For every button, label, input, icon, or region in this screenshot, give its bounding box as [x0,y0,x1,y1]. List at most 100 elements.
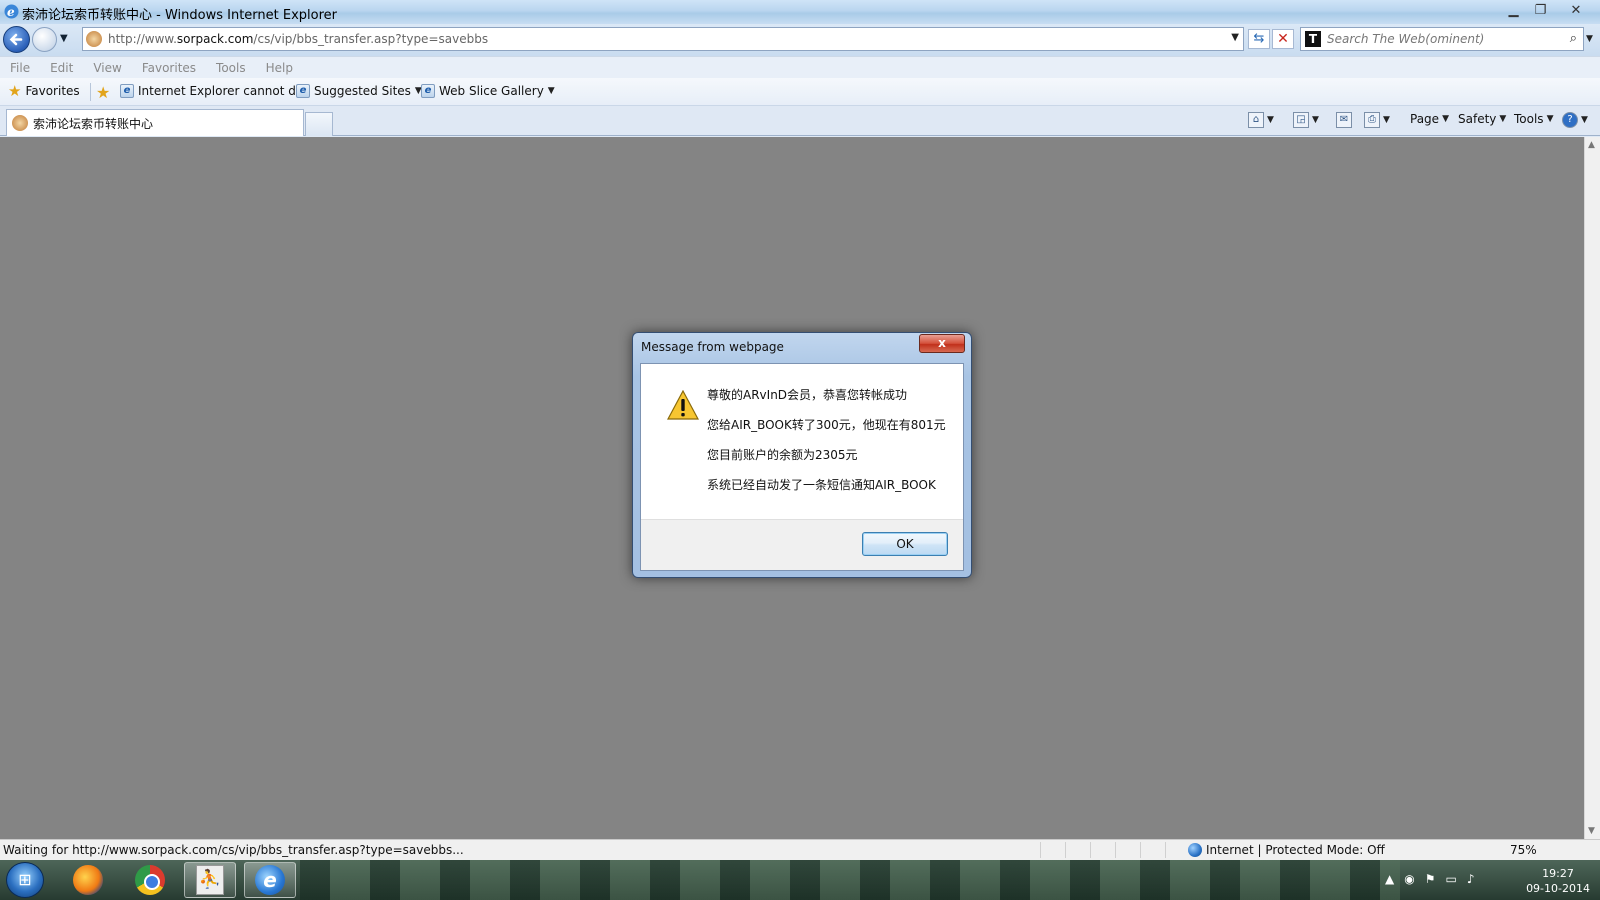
feeds-button[interactable]: ◲ ▼ [1293,112,1319,128]
search-icon[interactable]: ⌕ [1570,31,1577,46]
ok-button[interactable]: OK [862,532,948,556]
site-favicon [12,115,28,131]
ie-page-icon: e [421,84,435,98]
internet-explorer-icon: e [255,865,285,895]
new-tab-button[interactable] [305,112,333,136]
page-menu-button[interactable]: Page ▼ [1410,112,1449,126]
show-hidden-icons-icon[interactable]: ▲ [1385,872,1394,886]
taskbar-counter-strike[interactable]: ⛹ [184,862,236,898]
window-title: 索沛论坛索币转账中心 - Windows Internet Explorer [22,8,337,23]
print-button[interactable]: ⎙ ▼ [1364,112,1390,128]
add-to-favorites-bar-icon[interactable]: ★ [96,83,114,102]
tools-menu-button[interactable]: Tools ▼ [1514,112,1553,126]
ie-page-icon: e [296,84,310,98]
tab-row: 索沛论坛索币转账中心 ⌂ ▼ ◲ ▼ ✉ ⎙ ▼ Page ▼ Safety ▼ Tool… [0,106,1600,136]
address-url[interactable]: http://www.sorpack.com/cs/vip/bbs_transf… [108,32,488,46]
home-icon: ⌂ [1248,112,1264,128]
search-box[interactable]: T Search The Web(ominent) ⌕ [1300,27,1584,51]
recent-pages-dropdown[interactable]: ▼ [60,33,68,44]
status-bar: Waiting for http://www.sorpack.com/cs/vi… [0,839,1600,860]
home-button[interactable]: ⌂ ▼ [1248,112,1274,128]
search-placeholder: Search The Web(ominent) [1327,32,1485,46]
star-icon: ★ [8,82,22,100]
zoom-level[interactable]: 75% [1510,843,1537,857]
menu-bar: File Edit View Favorites Tools Help [0,56,1600,78]
dialog-body: 尊敬的ARvInD会员，恭喜您转帐成功 您给AIR_BOOK转了300元，他现在… [640,363,964,571]
chevron-down-icon: ▼ [547,86,555,96]
printer-icon: ⎙ [1364,112,1380,128]
svg-text:e: e [7,5,15,19]
menu-favorites[interactable]: Favorites [142,61,196,75]
dialog-close-button[interactable]: x [919,334,965,353]
vertical-scrollbar[interactable]: ▲ ▼ [1584,137,1600,839]
safety-menu-button[interactable]: Safety ▼ [1458,112,1506,126]
menu-file[interactable]: File [10,61,30,75]
clock-time: 19:27 [1542,867,1574,880]
ie-page-icon: e [120,84,134,98]
dialog-message-area: 尊敬的ARvInD会员，恭喜您转帐成功 您给AIR_BOOK转了300元，他现在… [641,364,963,519]
dialog-message-line: 尊敬的ARvInD会员，恭喜您转帐成功 [707,388,908,402]
mail-icon: ✉ [1336,112,1352,128]
minimize-button[interactable]: ▁ [1500,0,1527,20]
dialog-title: Message from webpage [641,340,784,354]
menu-edit[interactable]: Edit [50,61,73,75]
search-provider-icon: T [1305,31,1321,47]
search-options-dropdown[interactable]: ▼ [1586,34,1593,44]
status-text: Waiting for http://www.sorpack.com/cs/vi… [3,843,464,857]
favorites-button[interactable]: ★ Favorites [8,82,80,100]
close-window-button[interactable]: ✕ [1554,0,1598,20]
window-titlebar: e 索沛论坛索币转账中心 - Windows Internet Explorer… [0,0,1600,24]
read-mail-button[interactable]: ✉ [1336,112,1352,128]
warning-icon [667,390,699,420]
taskbar-firefox[interactable] [62,862,114,898]
restore-button[interactable]: ❐ [1527,0,1554,20]
back-arrow-icon [9,33,23,46]
address-dropdown-icon[interactable]: ▼ [1231,32,1239,43]
clock-date: 09-10-2014 [1526,882,1590,895]
clock[interactable]: 19:27 09-10-2014 [1526,866,1590,896]
address-bar[interactable]: http://www.sorpack.com/cs/vip/bbs_transf… [82,27,1244,51]
menu-view[interactable]: View [93,61,121,75]
fav-link-suggested-sites[interactable]: e Suggested Sites ▼ [296,84,422,98]
dialog-message-line: 您给AIR_BOOK转了300元，他现在有801元 [707,418,946,432]
menu-help[interactable]: Help [266,61,293,75]
system-tray: ▲ ◉ ⚑ ▭ ♪ 19:27 09-10-2014 [1385,860,1600,900]
help-icon: ? [1562,112,1578,128]
site-favicon [86,31,102,47]
security-zone[interactable]: Internet | Protected Mode: Off [1188,843,1385,857]
favorites-bar: ★ Favorites ★ e Internet Explorer cannot… [0,78,1600,106]
taskbar-internet-explorer[interactable]: e [244,862,296,898]
start-button[interactable]: ⊞ [6,862,44,898]
divider [90,83,91,101]
navigation-bar: ▼ http://www.sorpack.com/cs/vip/bbs_tran… [0,24,1600,56]
status-cells [1040,842,1190,858]
taskbar-chrome[interactable] [124,862,176,898]
counter-strike-icon: ⛹ [196,865,224,895]
scroll-down-icon[interactable]: ▼ [1588,826,1595,836]
tab-current[interactable]: 索沛论坛索币转账中心 [6,109,304,136]
fav-link-ie-cannot-display[interactable]: e Internet Explorer cannot d... [120,84,307,98]
help-button[interactable]: ? ▼ [1562,112,1588,128]
dialog-message-lines: 尊敬的ARvInD会员，恭喜您转帐成功 您给AIR_BOOK转了300元，他现在… [707,387,946,507]
flag-icon[interactable]: ⚑ [1425,872,1436,886]
scroll-up-icon[interactable]: ▲ [1588,140,1595,150]
volume-icon[interactable]: ♪ [1467,872,1475,886]
firefox-icon [73,865,103,895]
menu-tools[interactable]: Tools [216,61,246,75]
dialog-message-line: 系统已经自动发了一条短信通知AIR_BOOK [707,478,936,492]
display-icon[interactable]: ▭ [1445,872,1456,886]
refresh-button[interactable]: ⇆ [1248,29,1270,49]
ie-icon: e [3,3,20,20]
dialog-footer: OK [641,519,963,570]
message-dialog: Message from webpage x 尊敬的ARvInD会员，恭喜您转帐… [632,332,972,578]
fav-link-web-slice-gallery[interactable]: e Web Slice Gallery ▼ [421,84,555,98]
network-icon[interactable]: ◉ [1404,872,1414,886]
back-button[interactable] [3,26,30,53]
taskbar: ⊞ ⛹ e ▲ ◉ ⚑ ▭ ♪ 19:27 09-10-2014 [0,860,1600,900]
chrome-icon [135,865,165,895]
globe-icon [1188,843,1202,857]
dialog-message-line: 您目前账户的余额为2305元 [707,448,858,462]
forward-button[interactable] [32,27,57,52]
rss-icon: ◲ [1293,112,1309,128]
stop-button[interactable]: ✕ [1272,29,1294,49]
